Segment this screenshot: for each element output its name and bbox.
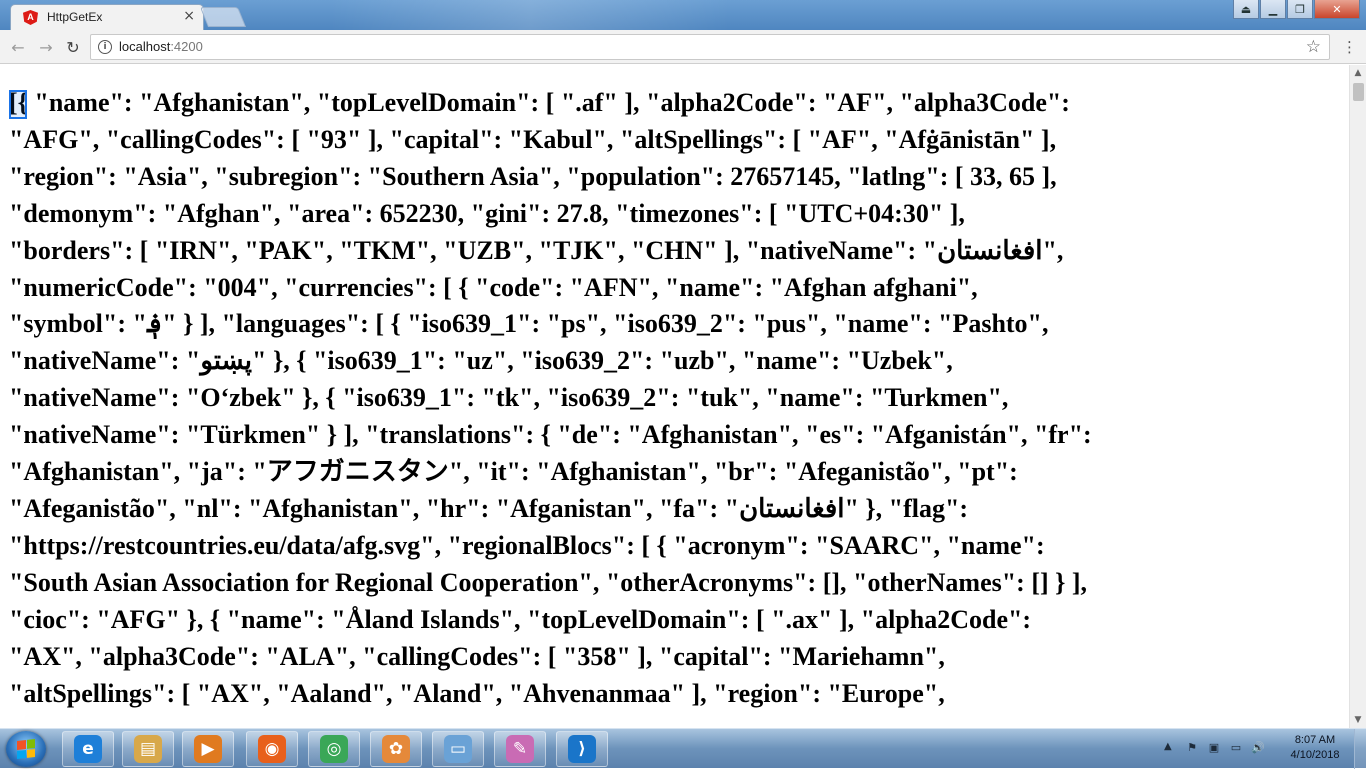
start-button[interactable]	[6, 731, 46, 767]
taskbar-firefox-button[interactable]: ◉	[246, 731, 298, 767]
window-controls: ⏏ ▁ ❐ ✕	[1233, 0, 1360, 20]
back-arrow-icon[interactable]: ←	[8, 37, 28, 57]
media-player-icon: ▶	[194, 735, 222, 763]
windows-logo-icon	[17, 739, 35, 759]
json-line: "altSpellings": [ "AX", "Aaland", "Aland…	[9, 678, 945, 708]
maximize-button[interactable]: ❐	[1287, 0, 1313, 19]
file-explorer-icon: ▤	[134, 735, 162, 763]
network-icon[interactable]: ▭	[1228, 741, 1244, 755]
close-window-button[interactable]: ✕	[1314, 0, 1360, 19]
window-extra-icon[interactable]: ⏏	[1233, 0, 1259, 19]
url-port: :4200	[170, 39, 203, 54]
volume-icon[interactable]: 🔊	[1250, 741, 1266, 755]
json-line: [{ "name": "Afghanistan", "topLevelDomai…	[9, 88, 1070, 117]
json-line: "AFG", "callingCodes": [ "93" ], "capita…	[9, 124, 1057, 154]
notepad-app-icon: ▭	[444, 735, 472, 763]
taskbar-flower-app-button[interactable]: ✿	[370, 731, 422, 767]
json-line: "Afghanistan", "ja": "アフガニスタン", "it": "A…	[9, 457, 1018, 487]
json-response-text: [{ "name": "Afghanistan", "topLevelDomai…	[9, 85, 1345, 712]
json-line: "nativeName": "پښتو" }, { "iso639_1": "u…	[9, 346, 953, 376]
device-icon[interactable]: ▣	[1206, 741, 1222, 755]
clock-date: 4/10/2018	[1290, 749, 1340, 761]
system-tray: ▲ ⚑ ▣ ▭ 🔊 8:07 AM 4/10/2018	[1160, 729, 1366, 769]
firefox-icon: ◉	[258, 735, 286, 763]
taskbar-visual-studio-code-button[interactable]: ⟩	[556, 731, 608, 767]
json-line: "nativeName": "Türkmen" } ], "translatio…	[9, 420, 1092, 450]
vertical-scrollbar[interactable]: ▲ ▼	[1349, 65, 1366, 728]
scroll-down-arrow-icon[interactable]: ▼	[1350, 712, 1366, 728]
json-line: "numericCode": "004", "currencies": [ { …	[9, 272, 978, 302]
scroll-thumb[interactable]	[1353, 83, 1364, 101]
scroll-up-arrow-icon[interactable]: ▲	[1350, 65, 1366, 81]
json-line: "region": "Asia", "subregion": "Southern…	[9, 161, 1057, 191]
angular-favicon-icon: A	[23, 10, 38, 25]
internet-explorer-icon: e	[74, 735, 102, 763]
show-desktop-button[interactable]	[1354, 729, 1366, 769]
paint-icon: ✎	[506, 735, 534, 763]
page-viewport: [{ "name": "Afghanistan", "topLevelDomai…	[0, 65, 1349, 728]
reload-icon[interactable]: ↻	[63, 37, 83, 57]
json-line: "demonym": "Afghan", "area": 652230, "gi…	[9, 198, 965, 228]
site-info-icon[interactable]: i	[98, 40, 112, 54]
json-line: "Afeganistão", "nl": "Afghanistan", "hr"…	[9, 493, 969, 523]
browser-toolbar: ← → ↻ i localhost:4200 ☆ ⋮	[0, 30, 1366, 64]
url-host: localhost	[119, 39, 171, 54]
json-line: "AX", "alpha3Code": "ALA", "callingCodes…	[9, 641, 945, 671]
address-bar[interactable]: i localhost:4200 ☆	[90, 34, 1330, 60]
minimize-button[interactable]: ▁	[1260, 0, 1286, 19]
tab-close-icon[interactable]: ×	[183, 8, 195, 24]
text-cursor-highlight	[9, 90, 27, 119]
title-bar-glow	[330, 0, 730, 30]
taskbar-paint-button[interactable]: ✎	[494, 731, 546, 767]
chrome-icon: ◎	[320, 735, 348, 763]
windows-taskbar: e ▤ ▶ ◉ ◎ ✿ ▭ ✎ ⟩ ▲ ⚑ ▣ ▭ 🔊 8:07 AM 4/10/2018	[0, 728, 1366, 769]
flower-app-icon: ✿	[382, 735, 410, 763]
taskbar-notepad-app-button[interactable]: ▭	[432, 731, 484, 767]
json-line: "https://restcountries.eu/data/afg.svg",…	[9, 530, 1045, 560]
url-text[interactable]: localhost:4200	[119, 39, 203, 54]
action-center-flag-icon[interactable]: ⚑	[1184, 741, 1200, 755]
taskbar-media-player-button[interactable]: ▶	[182, 731, 234, 767]
taskbar-internet-explorer-button[interactable]: e	[62, 731, 114, 767]
system-clock[interactable]: 8:07 AM 4/10/2018	[1286, 733, 1344, 763]
browser-title-bar: A HttpGetEx × ⏏ ▁ ❐ ✕	[0, 0, 1366, 30]
json-line: "borders": [ "IRN", "PAK", "TKM", "UZB",…	[9, 235, 1064, 265]
taskbar-file-explorer-button[interactable]: ▤	[122, 731, 174, 767]
json-line: "cioc": "AFG" }, { "name": "Åland Island…	[9, 604, 1032, 634]
browser-menu-icon[interactable]: ⋮	[1342, 38, 1357, 56]
json-line: "symbol": "؋" } ], "languages": [ { "iso…	[9, 309, 1049, 339]
json-line: "South Asian Association for Regional Co…	[9, 567, 1088, 597]
tab-title: HttpGetEx	[47, 10, 103, 24]
new-tab-button[interactable]	[199, 7, 247, 27]
clock-time: 8:07 AM	[1294, 734, 1336, 746]
bookmark-star-icon[interactable]: ☆	[1306, 37, 1321, 57]
forward-arrow-icon[interactable]: →	[36, 37, 56, 57]
browser-tab[interactable]: A HttpGetEx ×	[10, 4, 204, 30]
show-hidden-icons-icon[interactable]: ▲	[1164, 741, 1172, 752]
json-line: "nativeName": "Oʻzbek" }, { "iso639_1": …	[9, 383, 1009, 413]
taskbar-chrome-button[interactable]: ◎	[308, 731, 360, 767]
visual-studio-code-icon: ⟩	[568, 735, 596, 763]
